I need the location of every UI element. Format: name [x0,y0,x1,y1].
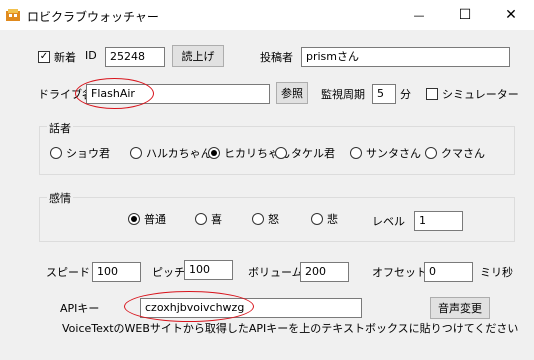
speaker-radio-takeru[interactable] [275,147,287,159]
offset-unit: ミリ秒 [480,266,513,279]
speaker-radio-santa[interactable] [350,147,362,159]
speed-field[interactable]: 100 [92,262,141,282]
emotion-label-joy: 喜 [211,213,222,226]
speaker-radio-hikari[interactable] [208,147,220,159]
checkmark-icon: ✓ [39,51,49,62]
new-checkbox[interactable]: ✓ [38,51,50,63]
emotion-label-anger: 怒 [268,213,279,226]
minimize-button[interactable]: — [396,0,442,30]
pitch-label: ピッチ [152,266,185,279]
form-body: ✓ 新着 ID 25248 読上げ 投稿者 prismさん ドライブ名 Flas… [0,30,534,360]
new-label: 新着 [54,51,76,64]
emotion-group-label: 感情 [47,190,73,206]
emotion-label-normal: 普通 [144,213,166,226]
app-icon [6,9,20,21]
emotion-radio-sad[interactable] [311,213,323,225]
id-field[interactable]: 25248 [105,47,165,67]
api-key-hint: VoiceTextのWEBサイトから取得したAPIキーを上のテキストボックスに貼… [62,322,519,335]
maximize-button[interactable]: ☐ [442,0,488,30]
api-key-field[interactable]: czoxhjbvoivchwzg [140,298,362,318]
window-title: ロビクラブウォッチャー [27,10,159,24]
interval-unit: 分 [400,88,411,101]
emotion-radio-joy[interactable] [195,213,207,225]
speaker-radio-kuma[interactable] [425,147,437,159]
offset-label: オフセット [372,266,427,279]
volume-label: ボリューム [248,266,303,279]
pitch-field[interactable]: 100 [184,260,233,280]
volume-field[interactable]: 200 [300,262,349,282]
speaker-label-shou: ショウ君 [66,147,110,160]
close-icon: ✕ [505,7,517,23]
speaker-radio-shou[interactable] [50,147,62,159]
drive-label: ドライブ名 [38,88,93,101]
level-label: レベル [372,215,405,228]
speaker-label-haruka: ハルカちゃん [146,147,212,160]
browse-button[interactable]: 参照 [276,82,308,104]
app-window: ロビクラブウォッチャー — ☐ ✕ ✓ 新着 ID 25248 読上げ 投稿者 … [0,0,534,360]
speaker-radio-haruka[interactable] [130,147,142,159]
interval-field[interactable]: 5 [372,84,396,104]
emotion-radio-normal[interactable] [128,213,140,225]
speaker-label-santa: サンタさん [366,147,421,160]
drive-field[interactable]: FlashAir [86,84,270,104]
speaker-label-takeru: タケル君 [291,147,335,160]
simulator-label: シミュレーター [442,88,519,101]
level-field[interactable]: 1 [414,211,463,231]
voice-change-button[interactable]: 音声変更 [430,297,490,319]
simulator-checkbox[interactable] [426,88,438,100]
api-key-label: APIキー [60,302,100,315]
speaker-label-kuma: クマさん [441,147,485,160]
close-button[interactable]: ✕ [488,0,534,30]
poster-field[interactable]: prismさん [301,47,510,67]
speaker-group-label: 話者 [47,120,73,136]
minimize-icon: — [413,8,425,22]
offset-field[interactable]: 0 [424,262,473,282]
title-bar: ロビクラブウォッチャー — ☐ ✕ [0,0,534,30]
read-button[interactable]: 読上げ [172,45,224,67]
emotion-label-sad: 悲 [327,213,338,226]
maximize-icon: ☐ [458,7,472,23]
poster-label: 投稿者 [260,51,293,64]
id-label: ID [85,49,97,62]
emotion-radio-anger[interactable] [252,213,264,225]
speed-label: スピード [46,266,90,279]
interval-label: 監視周期 [321,88,365,101]
